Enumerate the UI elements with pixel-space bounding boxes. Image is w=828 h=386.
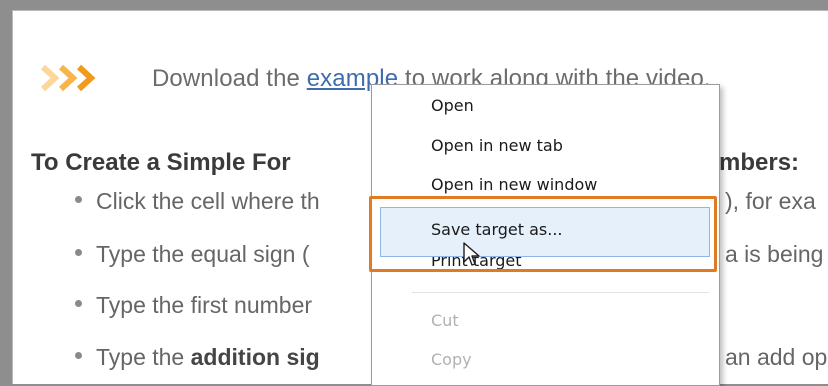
list-item-tail: an add op bbox=[725, 344, 828, 370]
list-item-tail: a is being bbox=[725, 241, 824, 267]
list-item-text: Type the first number bbox=[96, 292, 313, 318]
list-item-bold-text: addition sig bbox=[190, 344, 320, 370]
highlight-callout: Save target as... bbox=[369, 196, 717, 272]
list-item-text: Type the bbox=[96, 344, 191, 370]
bullet-dot bbox=[75, 300, 82, 308]
list-item: Click the cell where th bbox=[75, 188, 320, 215]
triple-chevron-right-icon bbox=[40, 64, 96, 92]
section-heading: To Create a Simple For bbox=[31, 149, 291, 176]
list-item-text: Click the cell where th bbox=[96, 188, 320, 214]
menu-item-cut: Cut bbox=[431, 311, 459, 330]
list-item-tail: ), for exa bbox=[725, 188, 816, 214]
bullet-dot bbox=[75, 352, 82, 360]
list-item-text: Type the equal sign ( bbox=[96, 241, 310, 267]
highlight-frame: Save target as... bbox=[369, 196, 717, 272]
intro-text-before: Download the bbox=[152, 65, 307, 92]
menu-item-open[interactable]: Open bbox=[431, 96, 474, 115]
menu-item-save-target-as[interactable]: Save target as... bbox=[380, 207, 710, 257]
menu-item-copy: Copy bbox=[431, 350, 472, 369]
list-item: Type the equal sign ( bbox=[75, 241, 310, 268]
menu-separator bbox=[412, 292, 709, 293]
list-item: Type the first number bbox=[75, 292, 312, 319]
mouse-pointer-icon bbox=[463, 242, 480, 266]
list-item: Type the addition sig bbox=[75, 344, 320, 371]
section-heading-tail: mbers: bbox=[719, 149, 800, 176]
menu-item-open-new-tab[interactable]: Open in new tab bbox=[431, 136, 563, 155]
bullet-dot bbox=[75, 249, 82, 257]
bullet-dot bbox=[75, 196, 82, 204]
menu-item-label: Save target as... bbox=[431, 220, 563, 239]
menu-item-open-new-window[interactable]: Open in new window bbox=[431, 175, 597, 194]
